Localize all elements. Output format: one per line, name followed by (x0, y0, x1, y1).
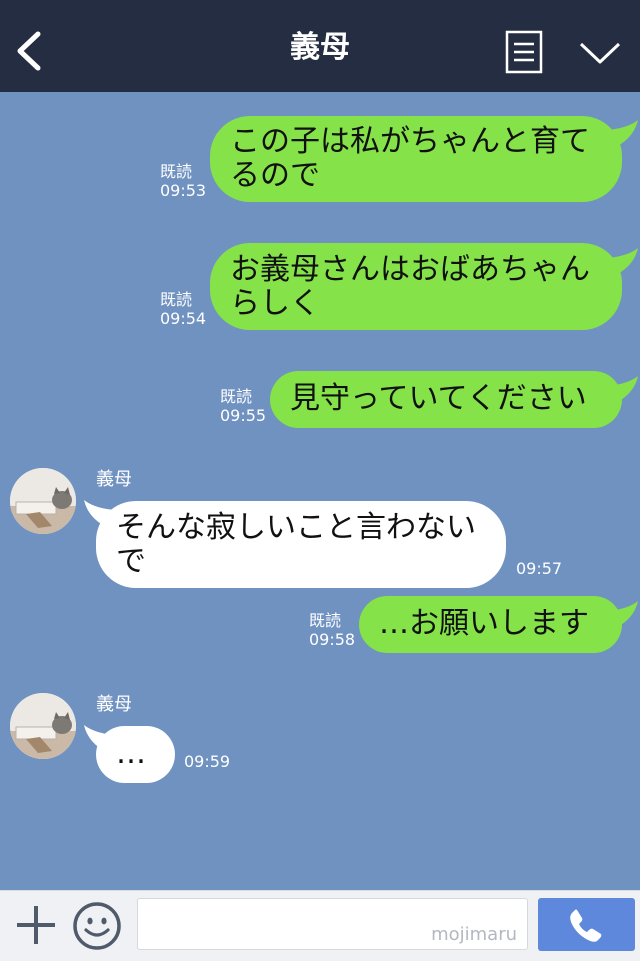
read-receipt: 既読 (160, 290, 193, 309)
avatar[interactable] (10, 693, 76, 759)
notes-icon[interactable] (505, 30, 543, 74)
plus-icon[interactable] (14, 903, 58, 947)
read-receipt: 既読 (220, 387, 253, 406)
chat-area: 既読 09:53 この子は私がちゃんと育て るので 既読 09:54 お義母さん… (0, 92, 640, 890)
message-time: 09:57 (516, 559, 563, 578)
message-input[interactable]: mojimaru (137, 898, 528, 950)
avatar-cat-image (10, 468, 76, 534)
message-time: 09:58 (309, 630, 356, 649)
sent-message-bubble[interactable]: この子は私がちゃんと育て るので (210, 116, 622, 202)
watermark-text: mojimaru (431, 924, 517, 945)
message-meta: 既読 09:54 (160, 290, 206, 328)
sent-message-bubble[interactable]: 見守っていてください (270, 371, 622, 428)
chevron-down-icon[interactable] (578, 40, 622, 66)
message-meta: 既読 09:53 (160, 162, 206, 200)
input-bar: mojimaru (0, 890, 640, 961)
chat-header: 義母 (0, 0, 640, 92)
message-time: 09:54 (160, 309, 207, 328)
sender-name: 義母 (96, 469, 132, 490)
message-time: 09:55 (220, 406, 267, 425)
read-receipt: 既読 (160, 162, 193, 181)
message-time: 09:59 (184, 752, 231, 771)
avatar[interactable] (10, 468, 76, 534)
bubble-tail (608, 120, 638, 148)
received-message-bubble[interactable]: そんな寂しいこと言わない で (96, 501, 506, 588)
bubble-tail (608, 601, 638, 629)
chat-title: 義母 (290, 30, 350, 65)
phone-icon (570, 909, 602, 942)
read-receipt: 既読 (309, 611, 342, 630)
received-message-bubble[interactable]: … (96, 726, 175, 783)
message-time: 09:53 (160, 181, 207, 200)
message-meta: 既読 09:55 (220, 387, 266, 425)
bubble-tail (608, 248, 638, 276)
sent-message-bubble[interactable]: お義母さんはおばあちゃん らしく (210, 243, 622, 330)
sent-message-bubble[interactable]: …お願いします (359, 596, 622, 653)
message-meta: 既読 09:58 (309, 611, 355, 649)
emoji-icon[interactable] (72, 901, 122, 951)
bubble-tail (608, 376, 638, 404)
call-button[interactable] (538, 898, 635, 951)
sender-name: 義母 (96, 694, 132, 715)
avatar-cat-image (10, 693, 76, 759)
